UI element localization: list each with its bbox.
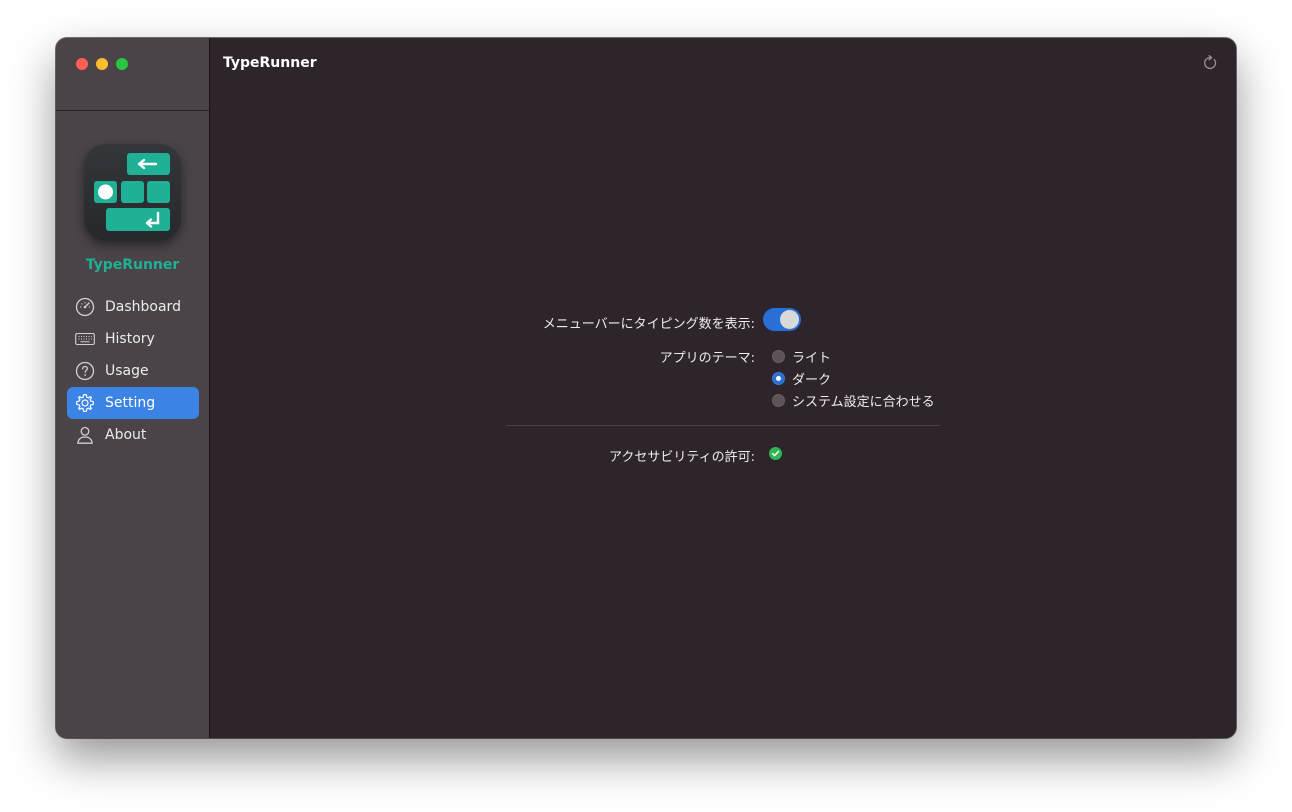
radio-label: ライト xyxy=(792,351,832,366)
sidebar-item-label: History xyxy=(105,331,155,347)
question-circle-icon xyxy=(74,360,96,382)
theme-option-dark[interactable]: ダーク xyxy=(772,369,831,388)
person-icon xyxy=(74,424,96,446)
sidebar-item-setting[interactable]: Setting xyxy=(67,387,199,419)
gear-icon xyxy=(74,392,96,414)
app-name: TypeRunner xyxy=(85,257,180,273)
theme-label: アプリのテーマ: xyxy=(659,351,755,366)
checkmark-circle-icon xyxy=(769,447,782,460)
keyboard-icon xyxy=(74,328,96,350)
radio-label: システム設定に合わせる xyxy=(792,395,935,410)
radio-label: ダーク xyxy=(792,373,832,388)
sidebar-nav: Dashboard History Usage Setting About xyxy=(67,291,199,451)
main-panel: TypeRunner メニューバーにタイピング数を表示: アプリのテーマ: ライ… xyxy=(210,38,1236,738)
theme-option-system[interactable]: システム設定に合わせる xyxy=(772,391,935,410)
sidebar-item-label: Dashboard xyxy=(105,299,181,315)
accessibility-label: アクセサビリティの許可: xyxy=(609,450,755,465)
app-window: TypeRunner Dashboard History Usage Setti… xyxy=(56,38,1236,738)
refresh-icon[interactable] xyxy=(1202,55,1218,71)
sidebar-item-about[interactable]: About xyxy=(67,419,199,451)
minimize-window-button[interactable] xyxy=(96,58,108,70)
sidebar-item-dashboard[interactable]: Dashboard xyxy=(67,291,199,323)
sidebar-item-history[interactable]: History xyxy=(67,323,199,355)
sidebar-item-usage[interactable]: Usage xyxy=(67,355,199,387)
sidebar-item-label: Setting xyxy=(105,395,156,411)
sidebar-item-label: About xyxy=(105,427,147,443)
gauge-icon xyxy=(74,296,96,318)
close-window-button[interactable] xyxy=(76,58,88,70)
radio-button-selected[interactable] xyxy=(772,372,785,385)
radio-button[interactable] xyxy=(772,350,785,363)
page-title: TypeRunner xyxy=(223,55,317,71)
zoom-window-button[interactable] xyxy=(116,58,128,70)
sidebar-item-label: Usage xyxy=(105,363,149,379)
menubar-count-label: メニューバーにタイピング数を表示: xyxy=(542,317,755,332)
titlebar xyxy=(56,38,209,111)
keyboard-logo-icon xyxy=(94,153,170,231)
divider xyxy=(506,425,940,426)
sidebar: TypeRunner Dashboard History Usage Setti… xyxy=(56,38,210,738)
app-logo xyxy=(84,144,181,241)
theme-option-light[interactable]: ライト xyxy=(772,347,831,366)
menubar-count-toggle[interactable] xyxy=(763,308,801,331)
toggle-knob xyxy=(780,310,799,329)
radio-button[interactable] xyxy=(772,394,785,407)
